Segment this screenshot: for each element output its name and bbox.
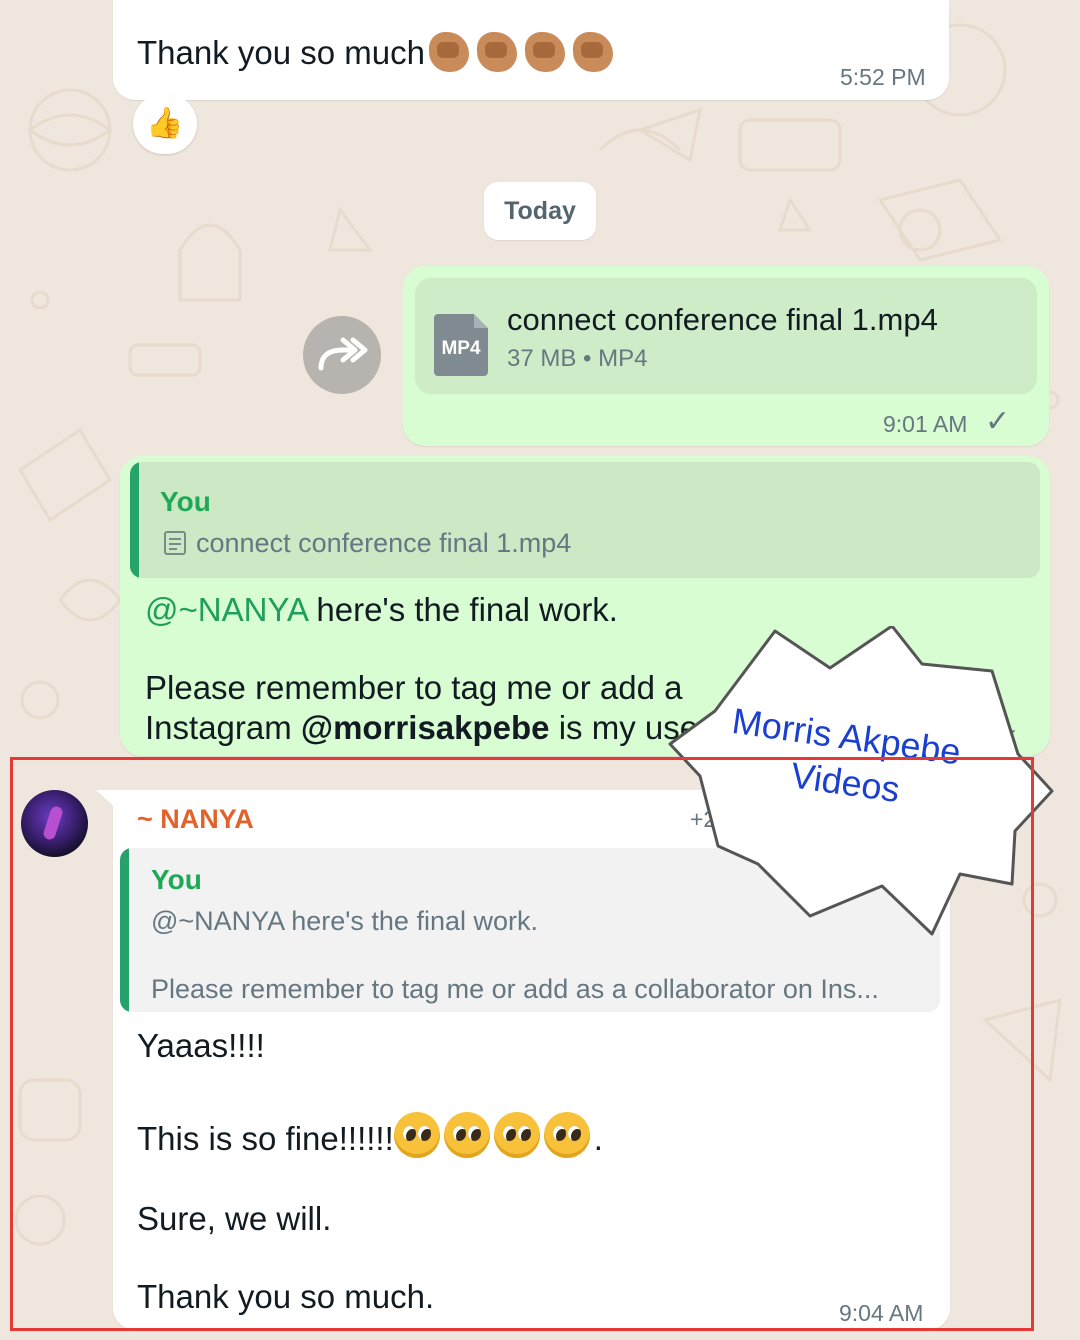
sent-check-icon: ✓ [985, 405, 1011, 438]
message-text: @~NANYA here's the final work. [145, 591, 618, 628]
message-text: Sure, we will. [137, 1200, 332, 1237]
message-time: 5:52 PM [840, 64, 926, 90]
date-separator: Today [484, 182, 596, 240]
quote-author: You [160, 486, 211, 517]
file-name: connect conference final 1.mp4 [507, 302, 938, 337]
watermark-burst: Morris Akpebe Videos [668, 626, 1054, 936]
message-time: 9:01 AM [883, 411, 968, 437]
quote-author: You [151, 864, 202, 895]
instagram-handle: @morrisakpebe [300, 709, 550, 746]
video-file-icon: MP4 [434, 314, 488, 376]
forward-icon [318, 337, 368, 371]
message-time: 9:04 AM [839, 1300, 924, 1326]
message-bubble-incoming-previous[interactable]: Thank you so much 5:52 PM [113, 0, 949, 100]
sender-avatar[interactable] [21, 790, 88, 857]
file-meta: 37 MB • MP4 [507, 345, 648, 372]
sender-name[interactable]: ~ NANYA [137, 804, 254, 835]
document-icon [164, 531, 186, 555]
thumbs-up-reaction[interactable]: 👍 [133, 94, 197, 154]
message-text: Yaaas!!!! [137, 1027, 265, 1064]
forward-button[interactable] [303, 316, 381, 394]
quote-text-line2: Please remember to tag me or add as a co… [151, 974, 879, 1004]
file-attachment[interactable]: MP4 connect conference final 1.mp4 37 MB… [415, 278, 1037, 394]
quoted-message[interactable]: You connect conference final 1.mp4 [130, 462, 1040, 578]
bubble-tail [96, 790, 120, 812]
quote-text: connect conference final 1.mp4 [196, 528, 572, 558]
quote-accent-bar [130, 462, 139, 578]
message-text: Instagram @morrisakpebe is my use [145, 709, 699, 746]
message-text: Thank you so much [137, 34, 425, 71]
message-text: This is so fine!!!!!!. [137, 1112, 603, 1159]
clapping-hands-emoji [428, 32, 621, 72]
thumbs-up-icon: 👍 [146, 107, 184, 140]
pleading-face-emoji [393, 1112, 594, 1158]
message-text: Please remember to tag me or add a [145, 669, 683, 706]
mention-link[interactable]: @~NANYA [145, 591, 307, 628]
quote-accent-bar [120, 848, 129, 1012]
quote-text-line1: @~NANYA here's the final work. [151, 906, 538, 936]
message-text: Thank you so much. [137, 1278, 435, 1315]
